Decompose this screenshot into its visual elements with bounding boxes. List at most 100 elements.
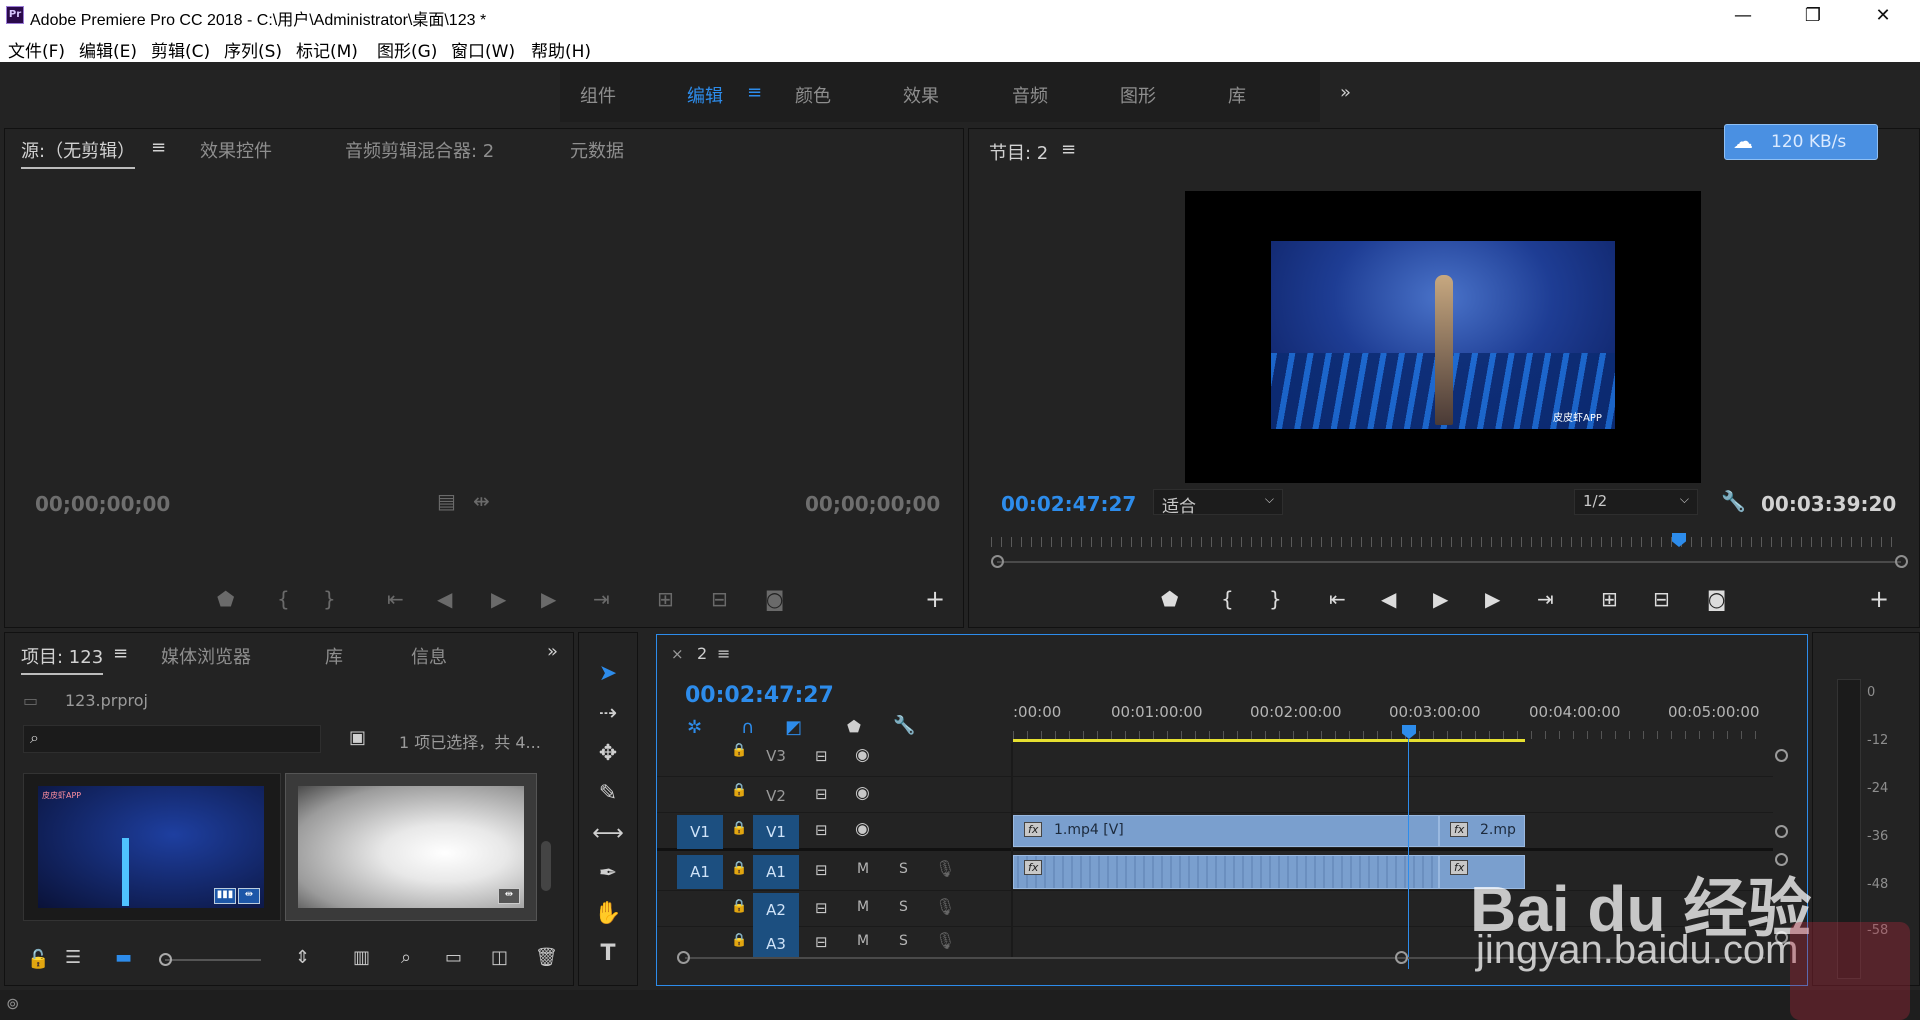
video-track-scroll-handle[interactable] [1775,749,1788,762]
video-clip-2[interactable]: fx 2.mp [1439,815,1525,847]
source-patch-v1[interactable]: V1 [677,815,723,849]
menu-file[interactable]: 文件(F) [8,37,65,62]
track-sync-lock-icon[interactable]: ⊟ [815,899,828,917]
timeline-menu-icon[interactable]: ≡ [717,644,730,663]
source-export-frame-icon[interactable]: ◙ [765,587,784,611]
workspace-tab-libraries[interactable]: 库 [1228,82,1246,108]
wrench-icon[interactable]: 🔧 [1721,489,1746,513]
audio-track-scroll-handle-bottom[interactable] [1775,931,1788,944]
selection-tool-icon[interactable]: ➤ [591,657,625,691]
source-overwrite-icon[interactable]: ⊟ [711,587,728,611]
source-mark-out-icon[interactable]: } [323,587,336,611]
tab-audio-clip-mixer[interactable]: 音频剪辑混合器: 2 [345,137,494,163]
slip-tool-icon[interactable]: ⟷ [591,817,625,851]
voice-over-mic-icon[interactable]: 🎙 [935,897,955,916]
track-select-tool-icon[interactable]: ⇢ [591,697,625,731]
track-visibility-eye-icon[interactable]: ◉ [855,783,870,803]
source-step-forward-icon[interactable]: ▶ [541,587,556,611]
track-solo-button[interactable]: S [899,861,908,877]
track-lock-icon[interactable]: 🔒 [731,821,747,836]
track-label-a1[interactable]: A1 [753,855,799,889]
program-export-frame-icon[interactable]: ◙ [1707,587,1726,611]
menu-graphics[interactable]: 图形(G) [377,37,437,62]
track-sync-lock-icon[interactable]: ⊟ [815,785,828,803]
video-clip-1[interactable]: fx 1.mp4 [V] [1013,815,1439,847]
workspace-tab-graphics[interactable]: 图形 [1120,82,1156,108]
zoom-slider[interactable] [165,959,261,961]
source-menu-icon[interactable]: ≡ [151,137,166,158]
program-step-back-icon[interactable]: ◀ [1381,587,1396,611]
close-button[interactable]: ✕ [1860,2,1906,30]
track-label-v1[interactable]: V1 [753,815,799,849]
timeline-close-button[interactable]: × [671,645,684,663]
program-mark-in-icon[interactable]: { [1221,587,1234,611]
find-icon[interactable]: ⌕ [401,947,411,968]
linked-selection-icon[interactable]: ◩ [785,717,802,738]
new-bin-from-search-icon[interactable]: ▣ [349,727,366,748]
timeline-ruler[interactable]: :00:00 00:01:00:00 00:02:00:00 00:03:00:… [1013,693,1773,721]
track-solo-button[interactable]: S [899,899,908,915]
program-go-in-icon[interactable]: ⇤ [1329,587,1346,611]
sort-icon[interactable]: ⇕ [295,947,310,968]
tab-libraries[interactable]: 库 [325,643,343,669]
timeline-sequence-tab[interactable]: 2 [697,644,707,663]
track-mute-button[interactable]: M [857,933,869,949]
track-label-a2[interactable]: A2 [753,893,799,927]
source-settings-icon[interactable]: ▤ [437,489,456,513]
audio-clip-2[interactable]: fx [1439,855,1525,889]
menu-window[interactable]: 窗口(W) [451,37,515,62]
track-lock-icon[interactable]: 🔒 [731,783,747,798]
source-step-back-icon[interactable]: ◀ [437,587,452,611]
work-area-bar[interactable] [1013,739,1525,742]
program-mark-out-icon[interactable]: } [1269,587,1282,611]
source-patch-a1[interactable]: A1 [677,855,723,889]
timeline-scroll-end-handle[interactable] [1395,951,1408,964]
track-lock-icon[interactable]: 🔒 [731,861,747,876]
source-play-icon[interactable]: ▶ [491,587,506,611]
new-bin-icon[interactable]: ▭ [445,947,462,968]
creative-cloud-icon[interactable]: ⊚ [6,994,19,1013]
timeline-timecode[interactable]: 00:02:47:27 [685,683,834,708]
hand-tool-icon[interactable]: ✋ [591,897,625,931]
menu-sequence[interactable]: 序列(S) [224,37,282,62]
tab-media-browser[interactable]: 媒体浏览器 [161,643,251,669]
source-mark-in-icon[interactable]: { [277,587,290,611]
voice-over-mic-icon[interactable]: 🎙 [935,859,955,878]
zoom-slider-handle[interactable] [159,953,172,966]
timeline-settings-wrench-icon[interactable]: 🔧 [893,715,915,736]
source-go-out-icon[interactable]: ⇥ [593,587,610,611]
program-marker-icon[interactable]: ⬟ [1161,587,1178,611]
track-sync-lock-icon[interactable]: ⊟ [815,861,828,879]
program-scrub-bar[interactable] [997,561,1901,563]
track-label-v2[interactable]: V2 [753,779,799,813]
track-sync-lock-icon[interactable]: ⊟ [815,821,828,839]
menu-clip[interactable]: 剪辑(C) [151,37,210,62]
pen-tool-icon[interactable]: ✒ [591,857,625,891]
project-thumbnail-1[interactable]: 皮皮虾APP ▮▮▮ ⇹ [23,773,281,921]
program-lift-icon[interactable]: ⊞ [1601,587,1618,611]
workspace-tab-editing[interactable]: 编辑 [687,82,723,108]
tab-source[interactable]: 源:（无剪辑） [21,137,136,169]
project-scrollbar[interactable] [541,841,551,891]
track-mute-button[interactable]: M [857,899,869,915]
source-go-in-icon[interactable]: ⇤ [387,587,404,611]
workspace-tab-effects[interactable]: 效果 [903,82,939,108]
minimize-button[interactable]: — [1720,2,1766,30]
trash-icon[interactable]: 🗑 [535,947,558,968]
source-add-button[interactable]: + [925,585,945,613]
track-lock-icon[interactable]: 🔒 [731,899,747,914]
source-marker-icon[interactable]: ⬟ [217,587,234,611]
track-visibility-eye-icon[interactable]: ◉ [855,819,870,839]
menu-help[interactable]: 帮助(H) [531,37,591,62]
track-visibility-eye-icon[interactable]: ◉ [855,745,870,765]
restore-button[interactable]: ❐ [1790,2,1836,30]
menu-marker[interactable]: 标记(M) [296,37,358,62]
razor-tool-icon[interactable]: ✎ [591,777,625,811]
menu-edit[interactable]: 编辑(E) [79,37,137,62]
ripple-edit-tool-icon[interactable]: ✥ [591,737,625,771]
audio-clip-1[interactable]: fx [1013,855,1439,889]
type-tool-icon[interactable]: T [591,937,625,971]
list-view-icon[interactable]: ☰ [65,947,81,968]
snap-magnet-icon[interactable]: ∩ [741,717,754,738]
audio-track-scroll-handle[interactable] [1775,853,1788,866]
